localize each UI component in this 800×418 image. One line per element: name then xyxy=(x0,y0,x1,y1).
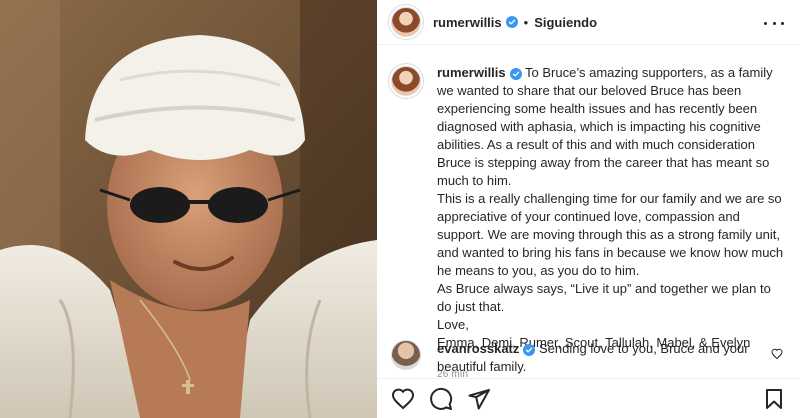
comment-like-icon[interactable] xyxy=(771,348,783,360)
caption-text-4: Love, xyxy=(437,317,469,332)
post-header: rumerwillis • Siguiendo xyxy=(377,0,800,45)
post-caption: rumerwillis To Bruce’s amazing supporter… xyxy=(391,64,791,384)
verified-badge-icon xyxy=(505,16,518,28)
author-avatar[interactable] xyxy=(391,7,421,37)
post-side-panel: rumerwillis • Siguiendo rumerwillis To B… xyxy=(377,0,800,418)
comment-bubble-icon xyxy=(430,387,453,410)
post-photo-illustration xyxy=(0,0,377,418)
caption-username[interactable]: rumerwillis xyxy=(437,65,506,80)
more-horizontal-icon[interactable] xyxy=(764,13,784,33)
caption-paragraph: rumerwillis To Bruce’s amazing supporter… xyxy=(437,64,784,190)
follow-status-button[interactable]: Siguiendo xyxy=(534,15,597,30)
comment-item: evanrosskatz Sending love to you, Bruce … xyxy=(391,340,791,376)
paper-plane-icon xyxy=(468,388,490,409)
post-actions-bar xyxy=(377,378,800,418)
header-separator: • xyxy=(523,14,529,30)
save-button[interactable] xyxy=(762,387,786,411)
verified-badge-icon xyxy=(523,344,536,356)
instagram-post-modal: rumerwillis • Siguiendo rumerwillis To B… xyxy=(0,0,800,418)
caption-text-2: This is a really challenging time for ou… xyxy=(437,191,784,278)
caption-body: rumerwillis To Bruce’s amazing supporter… xyxy=(437,64,784,384)
share-button[interactable] xyxy=(467,387,491,411)
verified-badge-icon xyxy=(509,68,522,80)
comment-body: evanrosskatz Sending love to you, Bruce … xyxy=(437,340,757,376)
commenter-username[interactable]: evanrosskatz xyxy=(437,341,519,356)
caption-text-3: As Bruce always says, “Live it up” and t… xyxy=(437,281,771,314)
author-username[interactable]: rumerwillis xyxy=(433,15,502,30)
comment-button[interactable] xyxy=(429,387,453,411)
post-photo[interactable] xyxy=(0,0,377,418)
caption-author-avatar[interactable] xyxy=(391,66,421,96)
heart-outline-icon xyxy=(391,388,415,409)
like-button[interactable] xyxy=(391,387,415,411)
caption-text-1: To Bruce’s amazing supporters, as a fami… xyxy=(437,65,773,188)
commenter-avatar[interactable] xyxy=(391,340,421,370)
bookmark-icon xyxy=(766,389,782,409)
